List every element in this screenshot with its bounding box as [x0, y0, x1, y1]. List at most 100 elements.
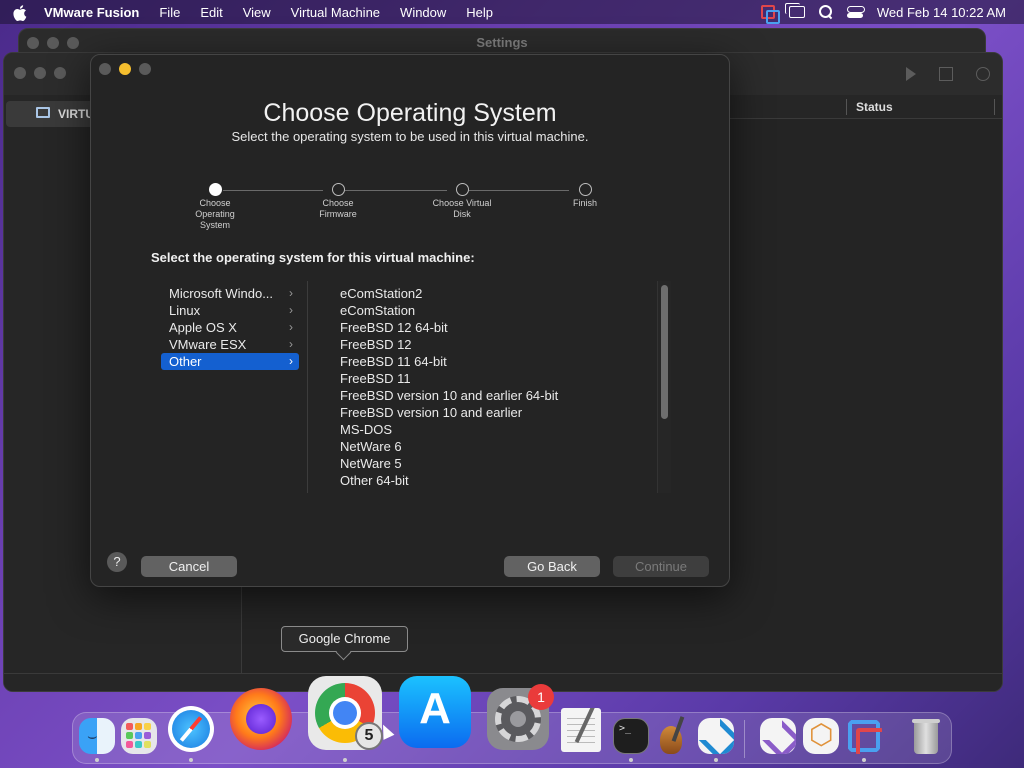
category-label: Apple OS X [169, 320, 237, 335]
menu-virtual-machine[interactable]: Virtual Machine [281, 5, 390, 20]
list-item[interactable]: FreeBSD 11 [340, 370, 558, 387]
firefox-icon[interactable] [230, 688, 292, 750]
category-label: VMware ESX [169, 337, 247, 352]
control-center-icon[interactable] [846, 5, 865, 19]
vscode-icon[interactable] [698, 718, 734, 754]
category-linux[interactable]: Linux › [161, 302, 299, 319]
menu-window[interactable]: Window [390, 5, 456, 20]
menu-bar: VMware Fusion File Edit View Virtual Mac… [0, 0, 1024, 24]
menu-help[interactable]: Help [456, 5, 503, 20]
os-select-label: Select the operating system for this vir… [151, 250, 475, 265]
menu-view[interactable]: View [233, 5, 281, 20]
running-indicator [95, 758, 99, 762]
category-vmware-esx[interactable]: VMware ESX › [161, 336, 299, 353]
launchpad-icon[interactable] [121, 718, 157, 754]
settings-window-title: Settings [476, 35, 528, 50]
column-status[interactable]: Status [856, 100, 893, 114]
step-finish: Finish [550, 183, 620, 209]
zoom-button[interactable] [54, 67, 66, 79]
sidebar-item-label: VIRTU [58, 107, 94, 121]
vmware-status-icon[interactable] [760, 5, 780, 24]
running-indicator [343, 758, 347, 762]
menu-file[interactable]: File [149, 5, 190, 20]
step-label: Finish [572, 198, 597, 208]
list-item[interactable]: eComStation2 [340, 285, 558, 302]
instruments-icon[interactable] [656, 716, 696, 756]
step-dot [578, 183, 592, 196]
category-label: Linux [169, 303, 201, 318]
list-item[interactable]: eComStation [340, 302, 558, 319]
help-button[interactable]: ? [107, 552, 127, 572]
list-item[interactable]: FreeBSD version 10 and earlier [340, 404, 558, 421]
chevron-right-icon: › [289, 286, 293, 300]
list-item[interactable]: NetWare 5 [340, 455, 558, 472]
category-other[interactable]: Other › [161, 353, 299, 370]
step-choose-os: Choose Operating System [180, 183, 250, 231]
trash-icon[interactable] [908, 716, 944, 756]
list-item[interactable]: MS-DOS [340, 421, 558, 438]
list-item[interactable]: FreeBSD 12 [340, 336, 558, 353]
finder-icon[interactable] [79, 718, 115, 754]
close-button[interactable] [99, 63, 111, 75]
settings-notification-badge: 1 [528, 684, 554, 710]
menu-edit[interactable]: Edit [190, 5, 232, 20]
column-divider [994, 99, 995, 115]
wizard-stepper: Choose Operating System Choose Firmware … [195, 183, 621, 243]
column-divider [846, 99, 847, 115]
minimize-button[interactable] [119, 63, 131, 75]
zoom-button[interactable] [139, 63, 151, 75]
step-choose-firmware: Choose Firmware [303, 183, 373, 220]
step-dot [331, 183, 345, 196]
safari-icon[interactable] [168, 706, 214, 752]
step-choose-virtual-disk: Choose Virtual Disk [427, 183, 497, 220]
hexagon-app-icon[interactable] [803, 718, 839, 754]
running-indicator [862, 758, 866, 762]
vmware-fusion-icon[interactable] [846, 718, 882, 754]
list-item[interactable]: Other 64-bit [340, 472, 558, 489]
screen-mirroring-icon[interactable] [784, 3, 805, 18]
terminal-icon[interactable] [613, 718, 649, 754]
category-apple-os-x[interactable]: Apple OS X › [161, 319, 299, 336]
chevron-right-icon: › [289, 320, 293, 334]
go-back-button[interactable]: Go Back [504, 556, 600, 577]
dock-tooltip: Google Chrome [281, 626, 408, 652]
close-button[interactable] [14, 67, 26, 79]
category-label: Microsoft Windo... [169, 286, 274, 301]
cancel-button[interactable]: Cancel [141, 556, 237, 577]
list-item[interactable]: FreeBSD 11 64-bit [340, 353, 558, 370]
minimize-button[interactable] [34, 67, 46, 79]
continue-button[interactable]: Continue [613, 556, 709, 577]
menu-clock[interactable]: Wed Feb 14 10:22 AM [877, 5, 1006, 20]
chevron-right-icon: › [289, 303, 293, 317]
dialog-subtitle: Select the operating system to be used i… [231, 129, 589, 144]
choose-os-dialog: Choose Operating System Select the opera… [90, 54, 730, 587]
play-icon[interactable] [906, 67, 916, 81]
snapshot-icon[interactable] [939, 67, 953, 81]
spotlight-search-icon[interactable] [818, 5, 833, 19]
running-indicator [714, 758, 718, 762]
os-version-list[interactable]: eComStation2 eComStation FreeBSD 12 64-b… [307, 281, 671, 493]
menu-app-name[interactable]: VMware Fusion [40, 5, 149, 20]
dock-separator [744, 720, 745, 758]
step-dot [455, 183, 469, 196]
os-list-scrollbar[interactable] [657, 281, 671, 493]
step-label: Choose Virtual Disk [432, 198, 492, 219]
visual-studio-icon[interactable] [760, 718, 796, 754]
running-indicator [189, 758, 193, 762]
dialog-window-controls [99, 63, 151, 75]
step-dot [208, 183, 222, 196]
apple-icon[interactable] [0, 3, 40, 21]
textedit-icon[interactable] [561, 708, 601, 752]
wrench-icon[interactable] [976, 67, 990, 81]
app-store-icon[interactable]: A [399, 676, 471, 748]
list-item[interactable]: FreeBSD 12 64-bit [340, 319, 558, 336]
chevron-right-icon: › [289, 354, 293, 368]
step-label: Choose Operating System [195, 198, 235, 230]
step-label: Choose Firmware [319, 198, 357, 219]
category-microsoft-windows[interactable]: Microsoft Windo... › [161, 285, 299, 302]
list-item[interactable]: FreeBSD version 10 and earlier 64-bit [340, 387, 558, 404]
scrollbar-thumb[interactable] [661, 285, 668, 419]
list-item[interactable]: NetWare 6 [340, 438, 558, 455]
os-category-list: Microsoft Windo... › Linux › Apple OS X … [161, 285, 299, 370]
chevron-right-icon: › [289, 337, 293, 351]
